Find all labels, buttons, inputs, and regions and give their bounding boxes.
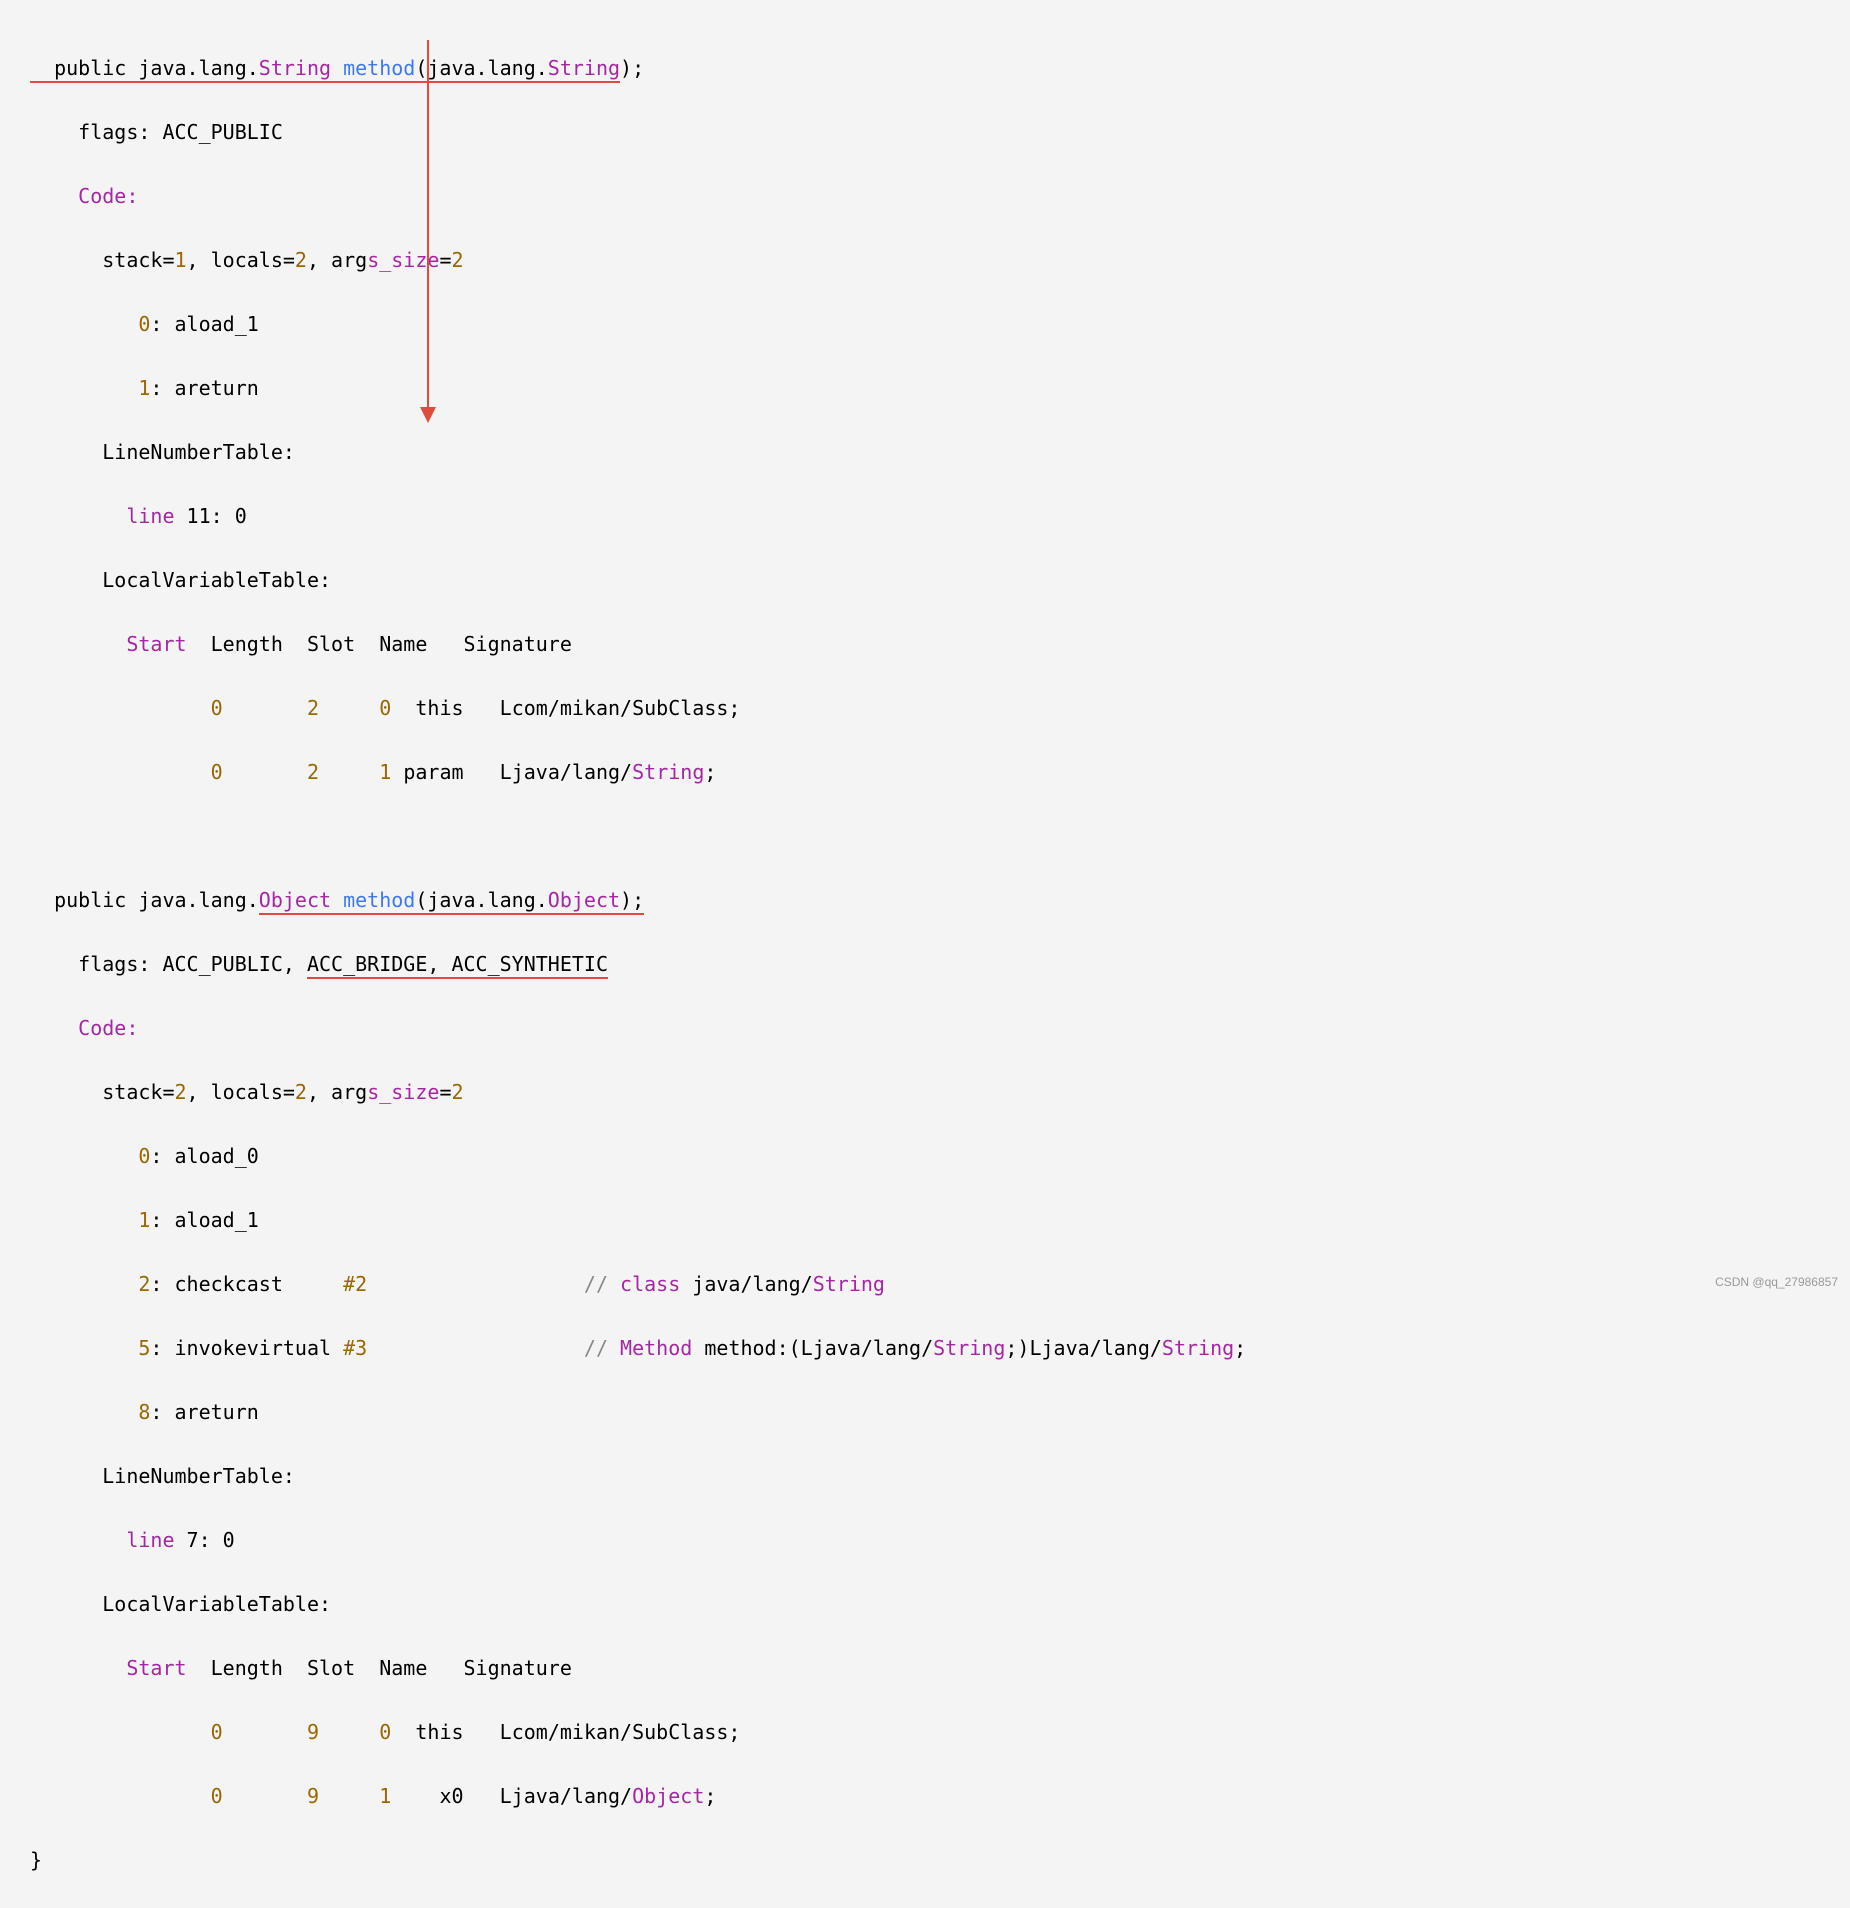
method1-lnt: LineNumberTable: [30,436,1820,468]
method2-flags: flags: ACC_PUBLIC, ACC_BRIDGE, ACC_SYNTH… [30,948,1820,980]
method2-lvt-r2: 0 9 1 x0 Ljava/lang/Object; [30,1780,1820,1812]
method2-lnt: LineNumberTable: [30,1460,1820,1492]
method1-lvt: LocalVariableTable: [30,564,1820,596]
watermark: CSDN @qq_27986857 [1715,1273,1838,1292]
method1-lvt-r1: 0 2 0 this Lcom/mikan/SubClass; [30,692,1820,724]
method2-lvt-hdr: Start Length Slot Name Signature [30,1652,1820,1684]
method2-lvt-r1: 0 9 0 this Lcom/mikan/SubClass; [30,1716,1820,1748]
method1-flags: flags: ACC_PUBLIC [30,116,1820,148]
blank-line [30,820,1820,852]
method2-code-label: Code: [30,1012,1820,1044]
method1-lvt-r2: 0 2 1 param Ljava/lang/String; [30,756,1820,788]
method2-signature: public java.lang.Object method(java.lang… [30,884,1820,916]
method1-instr0: 0: aload_1 [30,308,1820,340]
method2-i0: 0: aload_0 [30,1140,1820,1172]
method1-code-label: Code: [30,180,1820,212]
method1-lnt-line: line 11: 0 [30,500,1820,532]
method2-lnt-line: line 7: 0 [30,1524,1820,1556]
method1-instr1: 1: areturn [30,372,1820,404]
method2-i2: 2: checkcast #2 // class java/lang/Strin… [30,1268,1820,1300]
closing-brace: } [30,1844,1820,1876]
method2-i1: 1: aload_1 [30,1204,1820,1236]
code-block: public java.lang.String method(java.lang… [30,20,1820,1908]
method1-lvt-hdr: Start Length Slot Name Signature [30,628,1820,660]
method1-stack: stack=1, locals=2, args_size=2 [30,244,1820,276]
method2-i8: 8: areturn [30,1396,1820,1428]
method2-stack: stack=2, locals=2, args_size=2 [30,1076,1820,1108]
method2-lvt: LocalVariableTable: [30,1588,1820,1620]
method2-i5: 5: invokevirtual #3 // Method method:(Lj… [30,1332,1820,1364]
method1-signature: public java.lang.String method(java.lang… [30,52,1820,84]
